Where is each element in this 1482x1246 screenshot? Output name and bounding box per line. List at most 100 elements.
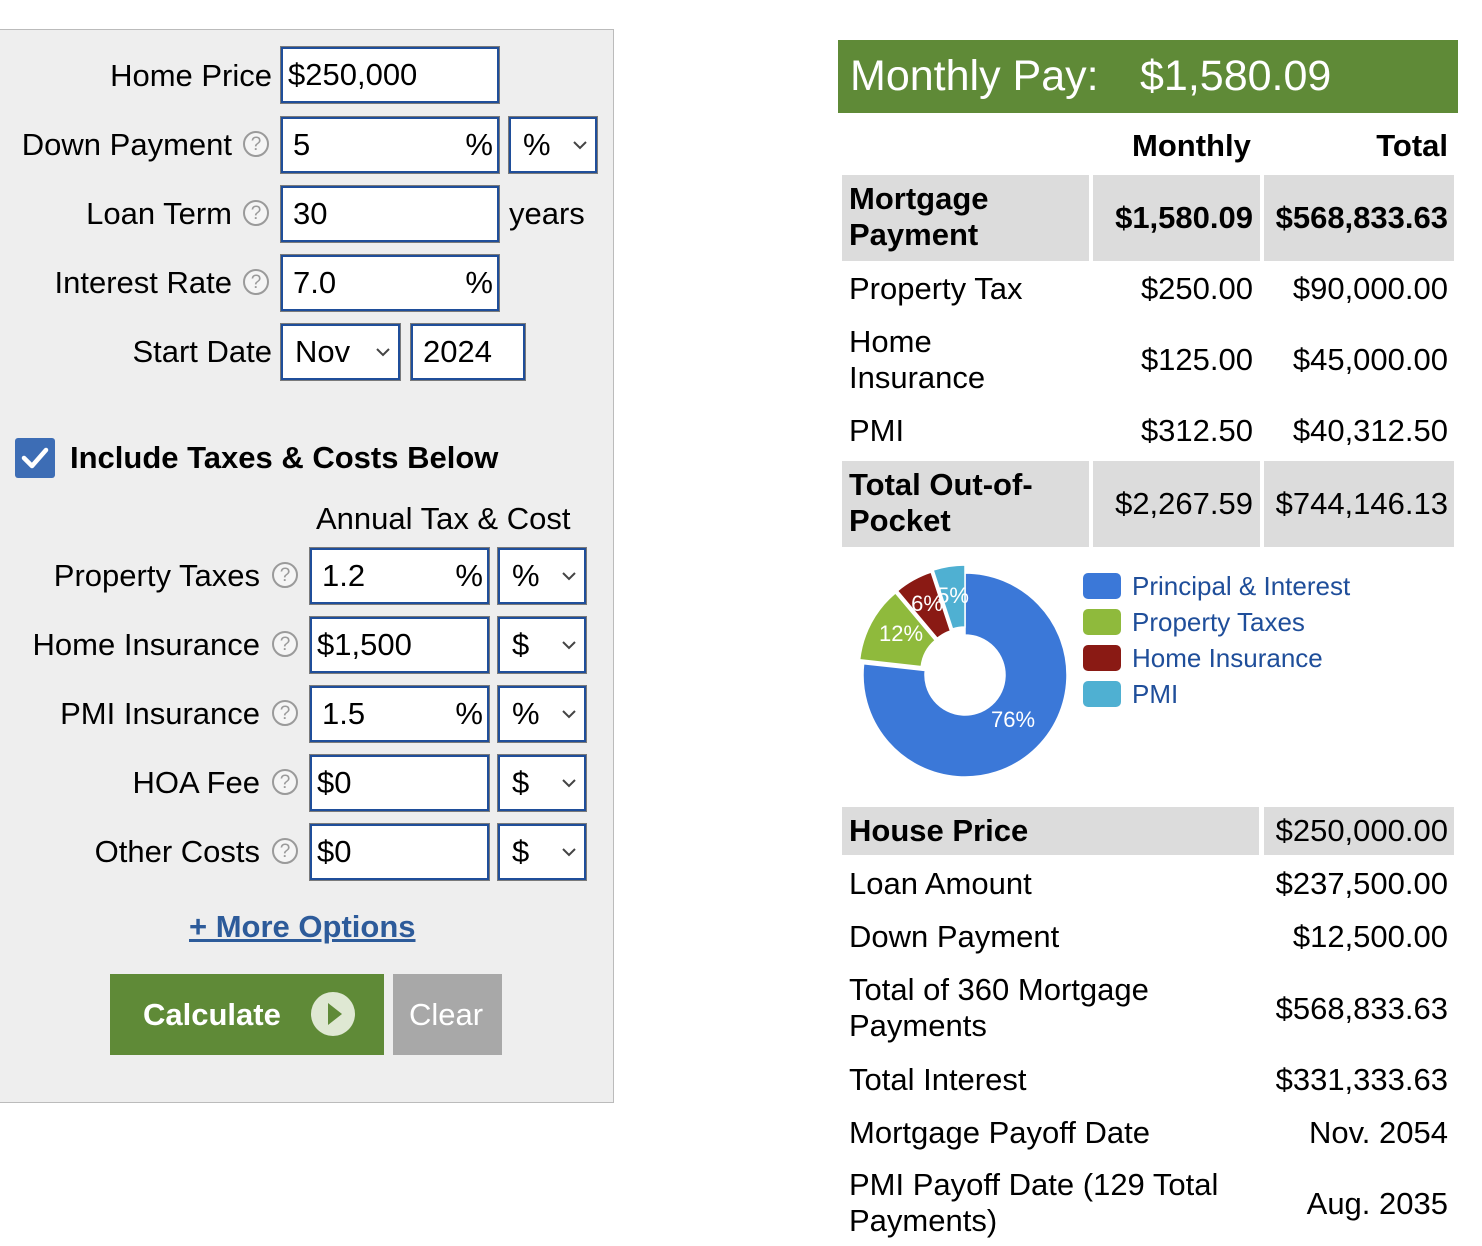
home-insurance-value: $1,500 <box>317 627 412 662</box>
summary-total-payments-value: $568,833.63 <box>1275 991 1448 1026</box>
more-options-link[interactable]: + More Options <box>189 909 416 945</box>
legend-property-taxes-swatch <box>1083 609 1121 635</box>
loan-term-input[interactable]: 30 <box>280 185 500 243</box>
pmi-insurance-unit: % <box>455 696 483 731</box>
down-payment-input[interactable]: 5 % <box>280 116 500 174</box>
legend-home-insurance-swatch <box>1083 645 1121 671</box>
include-taxes-checkbox[interactable] <box>15 438 55 478</box>
start-month-select[interactable]: Nov <box>280 323 401 381</box>
chevron-down-icon <box>562 710 576 719</box>
payment-breakdown-donut-chart: 76%12%6%5% <box>858 565 1068 778</box>
loan-term-suffix: years <box>509 196 585 231</box>
mortgage-payment-total: $568,833.63 <box>1275 200 1448 235</box>
home-insurance-help-icon[interactable]: ? <box>272 631 298 657</box>
summary-total-payments-label: Total of 360 Mortgage Payments <box>849 972 1149 1043</box>
property-taxes-help-icon[interactable]: ? <box>272 562 298 588</box>
chevron-down-icon <box>376 348 390 357</box>
pmi-insurance-value: 1.5 <box>322 696 366 731</box>
pmi-insurance-help-icon[interactable]: ? <box>272 700 298 726</box>
hoa-fee-unit-select[interactable]: $ <box>497 754 587 812</box>
interest-rate-label: Interest Rate <box>54 265 232 300</box>
col-monthly-header: Monthly <box>1132 128 1251 163</box>
home-insurance-unit-select[interactable]: $ <box>497 616 587 674</box>
home-insurance-unit-select-value: $ <box>512 627 530 662</box>
legend-pmi-label: PMI <box>1132 679 1179 709</box>
property-taxes-unit-select-value: % <box>512 558 540 593</box>
legend-principal-interest-label: Principal & Interest <box>1132 571 1351 601</box>
total-out-of-pocket-label: Total Out-of-Pocket <box>849 467 1033 538</box>
hoa-fee-help-icon[interactable]: ? <box>272 769 298 795</box>
heading-fragment <box>585 0 680 4</box>
hoa-fee-unit-select-value: $ <box>512 765 530 800</box>
interest-rate-value: 7.0 <box>293 265 337 300</box>
play-arrow-icon <box>311 992 355 1036</box>
pmi-insurance-input[interactable]: 1.5 % <box>309 685 490 743</box>
loan-term-help-icon[interactable]: ? <box>243 200 269 226</box>
annual-tax-cost-header: Annual Tax & Cost <box>316 501 571 536</box>
hoa-fee-input[interactable]: $0 <box>309 754 490 812</box>
down-payment-unit-select[interactable]: % <box>508 116 598 174</box>
home-insurance-input[interactable]: $1,500 <box>309 616 490 674</box>
property-tax-total: $90,000.00 <box>1292 271 1448 306</box>
donut-hole <box>925 635 1005 715</box>
summary-pmi-payoff-label: PMI Payoff Date (129 Total Payments) <box>849 1167 1219 1238</box>
other-costs-help-icon[interactable]: ? <box>272 838 298 864</box>
property-taxes-unit-select[interactable]: % <box>497 547 587 605</box>
summary-pmi-payoff-value: Aug. 2035 <box>1306 1186 1448 1221</box>
chevron-down-icon <box>562 641 576 650</box>
property-taxes-unit: % <box>455 558 483 593</box>
label-principal-interest: 76% <box>991 707 1035 732</box>
hoa-fee-label: HOA Fee <box>132 765 261 800</box>
summary-total-interest-value: $331,333.63 <box>1275 1062 1448 1097</box>
total-out-of-pocket-monthly: $2,267.59 <box>1115 486 1253 521</box>
mortgage-payment-monthly: $1,580.09 <box>1115 200 1253 235</box>
summary-payoff-date-value: Nov. 2054 <box>1308 1115 1448 1150</box>
property-tax-label: Property Tax <box>849 271 1023 306</box>
summary-down-payment-label: Down Payment <box>849 919 1060 954</box>
down-payment-value: 5 <box>293 127 311 162</box>
summary-payoff-date-label: Mortgage Payoff Date <box>849 1115 1150 1150</box>
property-taxes-label: Property Taxes <box>53 558 260 593</box>
calculate-button[interactable]: Calculate <box>110 974 384 1055</box>
down-payment-help-icon[interactable]: ? <box>243 131 269 157</box>
mortgage-payment-label: Mortgage Payment <box>849 181 989 252</box>
home-insurance-result-label: Home Insurance <box>849 324 986 395</box>
checkmark-icon <box>21 447 49 469</box>
down-payment-unit-select-value: % <box>523 127 551 162</box>
property-taxes-input[interactable]: 1.2 % <box>309 547 490 605</box>
home-price-value: $250,000 <box>288 57 418 92</box>
other-costs-label: Other Costs <box>94 834 260 869</box>
interest-rate-unit: % <box>465 265 493 300</box>
down-payment-label: Down Payment <box>21 127 232 162</box>
label-pmi: 5% <box>937 583 969 608</box>
monthly-pay-value: $1,580.09 <box>1140 52 1332 100</box>
loan-term-value: 30 <box>293 196 328 231</box>
monthly-pay-banner: Monthly Pay: $1,580.09 <box>838 40 1458 113</box>
start-year-input[interactable]: 2024 <box>410 323 526 381</box>
property-tax-monthly: $250.00 <box>1140 271 1253 306</box>
summary-loan-amount-label: Loan Amount <box>849 866 1032 901</box>
pmi-insurance-label: PMI Insurance <box>60 696 260 731</box>
loan-term-label: Loan Term <box>86 196 232 231</box>
pmi-insurance-unit-select[interactable]: % <box>497 685 587 743</box>
chevron-down-icon <box>562 848 576 857</box>
label-property-taxes: 12% <box>879 621 923 646</box>
other-costs-unit-select[interactable]: $ <box>497 823 587 881</box>
down-payment-unit: % <box>465 127 493 162</box>
other-costs-input[interactable]: $0 <box>309 823 490 881</box>
interest-rate-help-icon[interactable]: ? <box>243 269 269 295</box>
home-insurance-total: $45,000.00 <box>1292 342 1448 377</box>
interest-rate-input[interactable]: 7.0 % <box>280 254 500 312</box>
legend-property-taxes-label: Property Taxes <box>1132 607 1305 637</box>
start-date-label: Start Date <box>132 334 272 369</box>
start-month-value: Nov <box>295 334 351 369</box>
home-price-label: Home Price <box>110 58 272 93</box>
legend-principal-interest-swatch <box>1083 573 1121 599</box>
chevron-down-icon <box>562 779 576 788</box>
summary-house-price-value: $250,000.00 <box>1275 813 1448 848</box>
home-price-input[interactable]: $250,000 <box>280 46 500 104</box>
property-taxes-value: 1.2 <box>322 558 366 593</box>
total-out-of-pocket-total: $744,146.13 <box>1275 486 1448 521</box>
home-insurance-monthly: $125.00 <box>1140 342 1253 377</box>
clear-button[interactable]: Clear <box>393 974 502 1055</box>
